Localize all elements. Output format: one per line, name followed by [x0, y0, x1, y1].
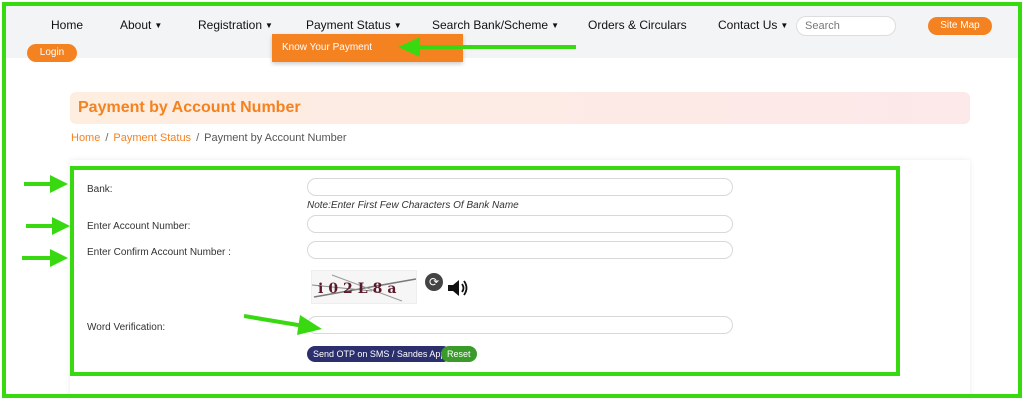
captcha-image: i02L8a — [311, 270, 417, 304]
speaker-icon[interactable] — [447, 278, 469, 298]
annotation-arrow-right-icon — [24, 175, 68, 193]
payment-status-dropdown: Know Your Payment — [272, 34, 463, 62]
bank-label: Bank: — [87, 184, 113, 195]
send-otp-button[interactable]: Send OTP on SMS / Sandes App — [307, 346, 452, 362]
breadcrumb-payment-status[interactable]: Payment Status — [113, 132, 191, 144]
bank-input[interactable] — [307, 178, 733, 196]
annotation-arrow-right-icon — [26, 217, 70, 235]
annotation-arrow-right-icon — [22, 249, 68, 267]
chevron-down-icon: ▼ — [393, 21, 402, 30]
nav-payment-status[interactable]: Payment Status ▼ — [306, 18, 402, 32]
chevron-down-icon: ▼ — [780, 21, 789, 30]
bank-note: Note:Enter First Few Characters Of Bank … — [307, 200, 519, 211]
top-navbar: Home About ▼ Registration ▼ Payment Status… — [6, 6, 1018, 62]
form-card — [70, 160, 970, 400]
nav-home[interactable]: Home — [51, 18, 83, 32]
nav-orders-circulars[interactable]: Orders & Circulars — [588, 18, 687, 32]
chevron-down-icon: ▼ — [154, 21, 163, 30]
sitemap-button[interactable]: Site Map — [928, 17, 992, 35]
breadcrumb-separator: / — [196, 132, 200, 144]
nav-search-bank-scheme[interactable]: Search Bank/Scheme ▼ — [432, 18, 559, 32]
chevron-down-icon: ▼ — [551, 21, 559, 30]
dropdown-item-know-your-payment[interactable]: Know Your Payment — [282, 42, 372, 53]
refresh-icon[interactable]: ⟳ — [425, 273, 443, 291]
page-title-banner: Payment by Account Number — [70, 92, 970, 124]
breadcrumb: Home / Payment Status / Payment by Account N… — [71, 132, 347, 144]
breadcrumb-current: Payment by Account Number — [204, 132, 347, 144]
breadcrumb-home[interactable]: Home — [71, 132, 100, 144]
search-input[interactable] — [796, 16, 896, 36]
nav-registration[interactable]: Registration ▼ — [198, 18, 273, 32]
word-verification-input[interactable] — [307, 316, 733, 334]
page-title: Payment by Account Number — [78, 99, 301, 116]
login-button[interactable]: Login — [27, 44, 77, 62]
account-number-input[interactable] — [307, 215, 733, 233]
reset-button[interactable]: Reset — [441, 346, 477, 362]
confirm-account-number-label: Enter Confirm Account Number : — [87, 247, 231, 258]
word-verification-label: Word Verification: — [87, 322, 166, 333]
breadcrumb-separator: / — [105, 132, 109, 144]
nav-contact-us[interactable]: Contact Us ▼ — [718, 18, 788, 32]
nav-about[interactable]: About ▼ — [120, 18, 162, 32]
chevron-down-icon: ▼ — [265, 21, 273, 30]
account-number-label: Enter Account Number: — [87, 221, 191, 232]
confirm-account-number-input[interactable] — [307, 241, 733, 259]
captcha-text: i02L8a — [318, 281, 402, 297]
